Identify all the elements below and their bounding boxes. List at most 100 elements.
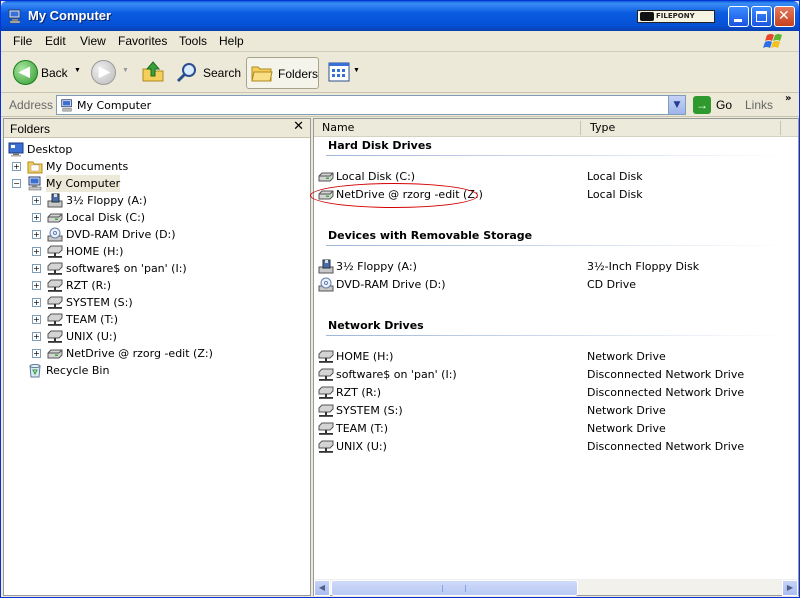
horizontal-scrollbar[interactable]: ◀ ▶ <box>314 579 798 596</box>
forward-button[interactable]: ▶ ▼ <box>89 57 134 89</box>
windows-logo-icon <box>763 34 782 48</box>
tree-item-label: HOME (H:) <box>66 245 124 258</box>
minimize-button[interactable] <box>728 6 749 27</box>
tree-item[interactable]: + SYSTEM (S:) <box>4 294 310 311</box>
list-item[interactable]: SYSTEM (S:) Network Drive <box>318 402 788 420</box>
up-folder-button[interactable] <box>139 57 169 89</box>
item-type: Network Drive <box>587 422 666 435</box>
network-drive-icon <box>318 403 334 418</box>
expand-icon[interactable]: + <box>32 315 41 324</box>
minimize-icon <box>734 19 742 22</box>
list-item[interactable]: software$ on 'pan' (I:) Disconnected Netw… <box>318 366 788 384</box>
expand-icon[interactable]: + <box>32 264 41 273</box>
tree-item-label: NetDrive @ rzorg -edit (Z:) <box>66 347 213 360</box>
folders-pane: Folders ✕ Desktop + My Documents − My Comput… <box>3 118 311 596</box>
search-button[interactable]: Search <box>174 57 242 89</box>
forward-dropdown-icon[interactable]: ▼ <box>122 67 129 74</box>
floppy-icon <box>47 193 63 208</box>
item-type: Disconnected Network Drive <box>587 440 745 453</box>
network-drive-icon <box>318 439 334 454</box>
tree-item-label: TEAM (T:) <box>66 313 118 326</box>
go-arrow-icon: → <box>693 96 711 114</box>
views-button[interactable]: ▼ <box>326 57 362 89</box>
expand-icon[interactable]: + <box>32 281 41 290</box>
cd-icon <box>318 277 334 292</box>
tree-item-label: Recycle Bin <box>46 364 110 377</box>
expand-icon[interactable]: + <box>32 230 41 239</box>
desktop-icon <box>8 142 24 157</box>
tree-item[interactable]: + DVD-RAM Drive (D:) <box>4 226 310 243</box>
views-icon <box>328 62 350 82</box>
collapse-icon[interactable]: − <box>12 179 21 188</box>
group-divider <box>326 245 786 246</box>
chevron-right-icon[interactable]: » <box>785 93 791 104</box>
tree-item[interactable]: Desktop <box>4 141 310 158</box>
list-item[interactable]: HOME (H:) Network Drive <box>318 348 788 366</box>
menu-edit[interactable]: Edit <box>45 34 66 48</box>
address-input[interactable]: My Computer ▼ <box>56 95 686 115</box>
tree-item[interactable]: + My Documents <box>4 158 310 175</box>
column-divider[interactable] <box>780 121 781 135</box>
expand-icon[interactable]: + <box>12 162 21 171</box>
tree-item[interactable]: Recycle Bin <box>4 362 310 379</box>
close-pane-icon[interactable]: ✕ <box>293 119 304 134</box>
tree-item[interactable]: + NetDrive @ rzorg -edit (Z:) <box>4 345 310 362</box>
column-name-header[interactable]: Name <box>322 121 354 134</box>
tree-item-label: UNIX (U:) <box>66 330 117 343</box>
column-type-header[interactable]: Type <box>590 121 615 134</box>
close-button[interactable]: ✕ <box>774 6 795 27</box>
menu-tools[interactable]: Tools <box>179 34 207 48</box>
links-button[interactable]: Links <box>745 98 773 112</box>
menu-file[interactable]: File <box>13 34 32 48</box>
tree-item[interactable]: + UNIX (U:) <box>4 328 310 345</box>
drive-icon <box>47 210 63 225</box>
item-type: CD Drive <box>587 278 636 291</box>
menu-favorites[interactable]: Favorites <box>118 34 167 48</box>
menu-help[interactable]: Help <box>219 34 244 48</box>
menu-view[interactable]: View <box>80 34 106 48</box>
folders-button[interactable]: Folders <box>246 57 319 89</box>
drive-icon <box>318 169 334 184</box>
expand-icon[interactable]: + <box>32 332 41 341</box>
forward-arrow-icon: ▶ <box>91 60 116 85</box>
title-bar[interactable]: My Computer FILEPONY ✕ <box>1 1 799 31</box>
window-title: My Computer <box>28 8 112 23</box>
tree-item[interactable]: + software$ on 'pan' (I:) <box>4 260 310 277</box>
list-item[interactable]: 3½ Floppy (A:) 3½-Inch Floppy Disk <box>318 258 788 276</box>
tree-item-label: RZT (R:) <box>66 279 111 292</box>
item-name: SYSTEM (S:) <box>336 404 403 417</box>
network-drive-icon <box>318 349 334 364</box>
expand-icon[interactable]: + <box>32 247 41 256</box>
tree-item-label: Local Disk (C:) <box>66 211 146 224</box>
tree-item[interactable]: − My Computer <box>4 175 310 192</box>
folders-icon <box>251 66 273 82</box>
scrollbar-thumb[interactable] <box>331 580 578 596</box>
folder-icon <box>27 159 43 174</box>
expand-icon[interactable]: + <box>32 298 41 307</box>
address-dropdown-icon[interactable]: ▼ <box>668 96 685 114</box>
views-dropdown-icon: ▼ <box>353 67 360 74</box>
column-divider[interactable] <box>580 121 581 135</box>
back-dropdown-icon[interactable]: ▼ <box>74 67 81 74</box>
list-item[interactable]: TEAM (T:) Network Drive <box>318 420 788 438</box>
tree-item[interactable]: +3½ Floppy (A:) <box>4 192 310 209</box>
list-item[interactable]: RZT (R:) Disconnected Network Drive <box>318 384 788 402</box>
list-item[interactable]: DVD-RAM Drive (D:) CD Drive <box>318 276 788 294</box>
toolbar: ◀ Back ▼ ▶ ▼ Search Folders ▼ <box>1 53 799 93</box>
scroll-right-icon[interactable]: ▶ <box>782 580 798 596</box>
expand-icon[interactable]: + <box>32 349 41 358</box>
scroll-left-icon[interactable]: ◀ <box>314 580 330 596</box>
tree-item[interactable]: + HOME (H:) <box>4 243 310 260</box>
back-button[interactable]: ◀ Back ▼ <box>11 57 81 89</box>
expand-icon[interactable]: + <box>32 213 41 222</box>
network-drive-icon <box>47 329 63 344</box>
network-drive-icon <box>47 295 63 310</box>
item-type: Local Disk <box>587 188 643 201</box>
tree-item[interactable]: + TEAM (T:) <box>4 311 310 328</box>
list-item[interactable]: UNIX (U:) Disconnected Network Drive <box>318 438 788 456</box>
tree-item[interactable]: + Local Disk (C:) <box>4 209 310 226</box>
tree-item[interactable]: + RZT (R:) <box>4 277 310 294</box>
maximize-button[interactable] <box>751 6 772 27</box>
item-name: software$ on 'pan' (I:) <box>336 368 457 381</box>
expand-icon[interactable]: + <box>32 196 41 205</box>
